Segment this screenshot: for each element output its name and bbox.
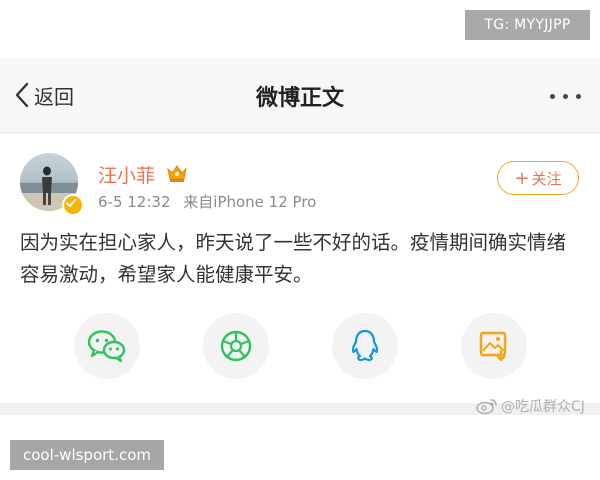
save-image-button[interactable] (461, 313, 527, 379)
nav-bar: 返回 微博正文 (0, 58, 600, 133)
follow-label: 关注 (531, 169, 562, 188)
verified-badge-icon (62, 194, 84, 216)
qq-icon (351, 329, 379, 362)
plus-icon: + (514, 167, 530, 189)
share-wechat-button[interactable] (74, 313, 140, 379)
vip-crown-icon (167, 165, 187, 182)
save-image-icon (479, 331, 507, 362)
post-source: 来自iPhone 12 Pro (183, 193, 317, 211)
weibo-logo-icon (476, 399, 497, 415)
page-title: 微博正文 (255, 86, 344, 111)
post-meta: 6-5 12:32 来自iPhone 12 Pro (98, 191, 316, 212)
weibo-watermark: @吃瓜群众CJ (476, 396, 585, 416)
back-button[interactable]: 返回 (14, 80, 74, 110)
back-label: 返回 (34, 84, 74, 109)
post-text: 因为实在担心家人，昨天说了一些不好的话。疫情期间确实情绪容易激动，希望家人能健康… (20, 231, 567, 286)
weibo-watermark-text: @吃瓜群众CJ (501, 399, 585, 415)
wechat-moments-icon (220, 330, 252, 362)
post-card: 汪小菲 6-5 12:32 来自iPhone 12 Pro + 关注 因为实在担… (0, 133, 600, 403)
author-name[interactable]: 汪小菲 (98, 161, 155, 188)
follow-button[interactable]: + 关注 (497, 161, 579, 195)
more-dots-icon[interactable] (548, 92, 584, 102)
share-qq-button[interactable] (332, 313, 398, 379)
share-moments-button[interactable] (203, 313, 269, 379)
wechat-icon (87, 330, 126, 363)
chevron-left-icon (15, 82, 29, 108)
post-time: 6-5 12:32 (98, 193, 171, 211)
tg-watermark: TG: MYYJJPP (465, 10, 590, 40)
site-watermark: cool-wlsport.com (10, 440, 164, 470)
